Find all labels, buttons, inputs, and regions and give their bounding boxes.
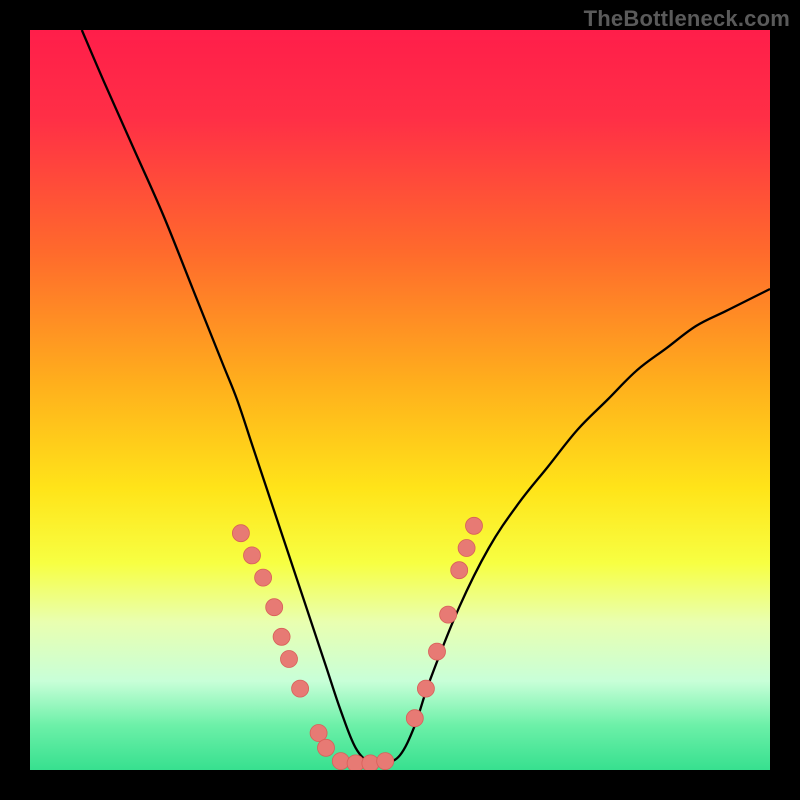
- data-marker: [318, 739, 335, 756]
- data-marker: [232, 525, 249, 542]
- data-marker: [310, 725, 327, 742]
- data-marker: [255, 569, 272, 586]
- data-marker: [406, 710, 423, 727]
- data-marker: [292, 680, 309, 697]
- data-marker: [451, 562, 468, 579]
- data-marker: [362, 755, 379, 770]
- chart-frame: TheBottleneck.com: [0, 0, 800, 800]
- data-marker: [429, 643, 446, 660]
- data-marker: [440, 606, 457, 623]
- plot-area: [30, 30, 770, 770]
- data-marker: [332, 753, 349, 770]
- data-marker: [417, 680, 434, 697]
- data-marker: [458, 540, 475, 557]
- bottleneck-curve: [82, 30, 770, 764]
- data-marker: [466, 517, 483, 534]
- data-marker: [273, 628, 290, 645]
- data-marker: [266, 599, 283, 616]
- watermark-text: TheBottleneck.com: [584, 6, 790, 32]
- chart-svg: [30, 30, 770, 770]
- data-marker: [377, 753, 394, 770]
- data-marker: [281, 651, 298, 668]
- data-marker: [244, 547, 261, 564]
